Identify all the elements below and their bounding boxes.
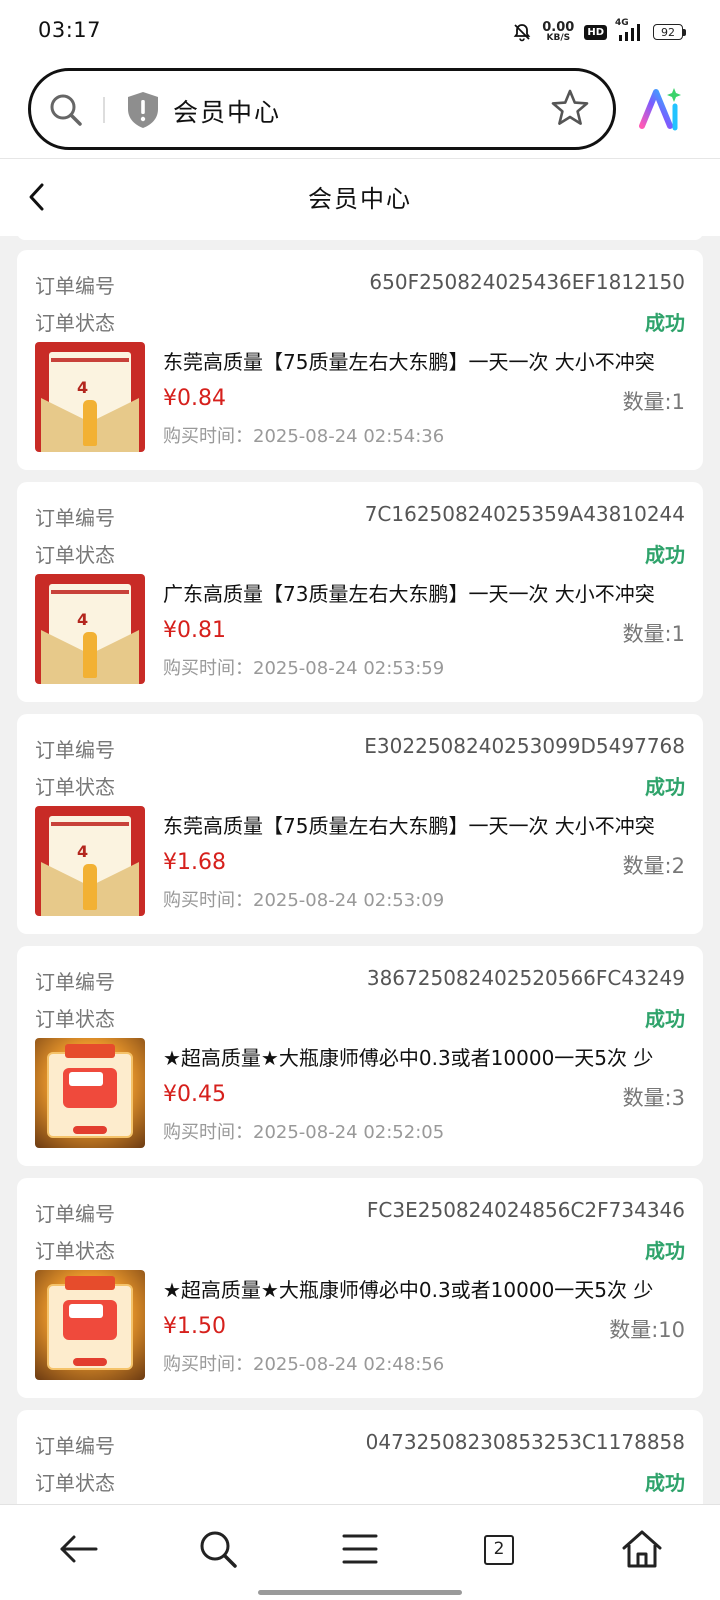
product-thumbnail[interactable]: 4 — [35, 806, 145, 916]
order-status-label: 订单状态 — [35, 1471, 115, 1495]
product-thumbnail[interactable]: 4 — [35, 342, 145, 452]
shield-icon[interactable] — [125, 90, 161, 130]
url-text[interactable]: 会员中心 — [173, 93, 281, 129]
browser-bar: 会员中心 — [0, 62, 720, 158]
product-name[interactable]: 广东高质量【73质量左右大东鹏】一天一次 大小不冲突 — [163, 578, 687, 607]
home-indicator[interactable] — [258, 1590, 462, 1595]
buy-time: 购买时间：2025-08-24 02:53:59 — [163, 658, 445, 679]
buy-time: 购买时间：2025-08-24 02:53:09 — [163, 890, 445, 911]
url-divider — [103, 97, 105, 123]
home-icon[interactable] — [620, 1527, 664, 1571]
search-icon[interactable] — [47, 91, 85, 129]
order-no-label: 订单编号 — [35, 1202, 115, 1226]
ai-icon[interactable] — [636, 86, 682, 132]
order-no-label: 订单编号 — [35, 274, 115, 298]
product-quantity: 数量:1 — [622, 390, 685, 414]
order-card[interactable]: 订单编号 FC3E250824024856C2F734346 订单状态 成功 ★… — [17, 1178, 703, 1398]
product-price: ¥0.81 — [163, 618, 226, 643]
product-quantity: 数量:2 — [622, 854, 685, 878]
tabs-icon[interactable]: 2 — [476, 1527, 520, 1571]
buy-time: 购买时间：2025-08-24 02:48:56 — [163, 1354, 445, 1375]
buy-time: 购买时间：2025-08-24 02:54:36 — [163, 426, 445, 447]
order-status-label: 订单状态 — [35, 1007, 115, 1031]
product-quantity: 数量:10 — [609, 1318, 685, 1342]
product-quantity: 数量:1 — [622, 622, 685, 646]
product-price: ¥1.50 — [163, 1314, 226, 1339]
product-price: ¥0.84 — [163, 386, 226, 411]
menu-icon[interactable] — [338, 1527, 382, 1571]
product-price: ¥0.45 — [163, 1082, 226, 1107]
mute-bell-icon — [513, 24, 531, 42]
order-no-value: 386725082402520566FC43249 — [366, 966, 685, 990]
order-no-label: 订单编号 — [35, 738, 115, 762]
order-no-value: 04732508230853253C1178858 — [365, 1430, 685, 1454]
product-quantity: 数量:3 — [622, 1086, 685, 1110]
order-no-value: E3022508240253099D5497768 — [364, 734, 685, 758]
buy-time: 购买时间：2025-08-24 02:52:05 — [163, 1122, 445, 1143]
tab-count[interactable]: 2 — [484, 1535, 514, 1565]
battery-level: 92 — [653, 24, 683, 40]
back-arrow-icon[interactable] — [56, 1527, 100, 1571]
order-status-value: 成功 — [645, 775, 685, 799]
status-time: 03:17 — [38, 18, 102, 42]
page-title: 会员中心 — [308, 185, 412, 213]
status-bar: 03:17 0.00 KB/S HD 4G 92 — [0, 0, 720, 62]
order-status-label: 订单状态 — [35, 311, 115, 335]
order-card[interactable]: 订单编号 7C16250824025359A43810244 订单状态 成功 4… — [17, 482, 703, 702]
net-speed: 0.00 KB/S — [542, 21, 574, 43]
product-name[interactable]: 东莞高质量【75质量左右大东鹏】一天一次 大小不冲突 — [163, 346, 687, 375]
order-status-value: 成功 — [645, 543, 685, 567]
order-no-value: FC3E250824024856C2F734346 — [366, 1198, 685, 1222]
order-status-value: 成功 — [645, 1007, 685, 1031]
order-status-value: 成功 — [645, 311, 685, 335]
order-no-label: 订单编号 — [35, 970, 115, 994]
order-status-value: 成功 — [645, 1471, 685, 1495]
order-card[interactable]: 订单编号 04732508230853253C1178858 订单状态 成功 — [17, 1410, 703, 1504]
order-no-label: 订单编号 — [35, 1434, 115, 1458]
product-name[interactable]: ★超高质量★大瓶康师傅必中0.3或者10000一天5次 少 — [163, 1042, 687, 1071]
order-no-label: 订单编号 — [35, 506, 115, 530]
order-list[interactable]: 订单编号 650F250824025436EF1812150 订单状态 成功 4… — [0, 236, 720, 1504]
page-header: 会员中心 — [0, 158, 720, 236]
order-no-value: 7C16250824025359A43810244 — [364, 502, 685, 526]
address-bar[interactable]: 会员中心 — [28, 68, 616, 150]
signal-icon: 4G — [615, 18, 643, 42]
search-icon[interactable] — [196, 1527, 240, 1571]
order-status-label: 订单状态 — [35, 1239, 115, 1263]
product-thumbnail[interactable]: 4 — [35, 574, 145, 684]
network-type: 4G — [615, 18, 629, 28]
product-thumbnail[interactable] — [35, 1270, 145, 1380]
previous-card-edge — [17, 236, 703, 240]
status-icons: 0.00 KB/S HD 4G 92 — [512, 18, 686, 44]
product-thumbnail[interactable] — [35, 1038, 145, 1148]
battery-icon: 92 — [653, 24, 686, 40]
star-icon[interactable] — [549, 87, 591, 129]
hd-badge: HD — [584, 24, 607, 40]
order-card[interactable]: 订单编号 386725082402520566FC43249 订单状态 成功 ★… — [17, 946, 703, 1166]
order-status-label: 订单状态 — [35, 775, 115, 799]
order-card[interactable]: 订单编号 E3022508240253099D5497768 订单状态 成功 4… — [17, 714, 703, 934]
order-no-value: 650F250824025436EF1812150 — [369, 270, 685, 294]
product-name[interactable]: ★超高质量★大瓶康师傅必中0.3或者10000一天5次 少 — [163, 1274, 687, 1303]
order-status-label: 订单状态 — [35, 543, 115, 567]
order-status-value: 成功 — [645, 1239, 685, 1263]
product-price: ¥1.68 — [163, 850, 226, 875]
order-card[interactable]: 订单编号 650F250824025436EF1812150 订单状态 成功 4… — [17, 250, 703, 470]
bottom-nav: 2 — [0, 1504, 720, 1600]
product-name[interactable]: 东莞高质量【75质量左右大东鹏】一天一次 大小不冲突 — [163, 810, 687, 839]
net-speed-unit: KB/S — [546, 33, 571, 43]
